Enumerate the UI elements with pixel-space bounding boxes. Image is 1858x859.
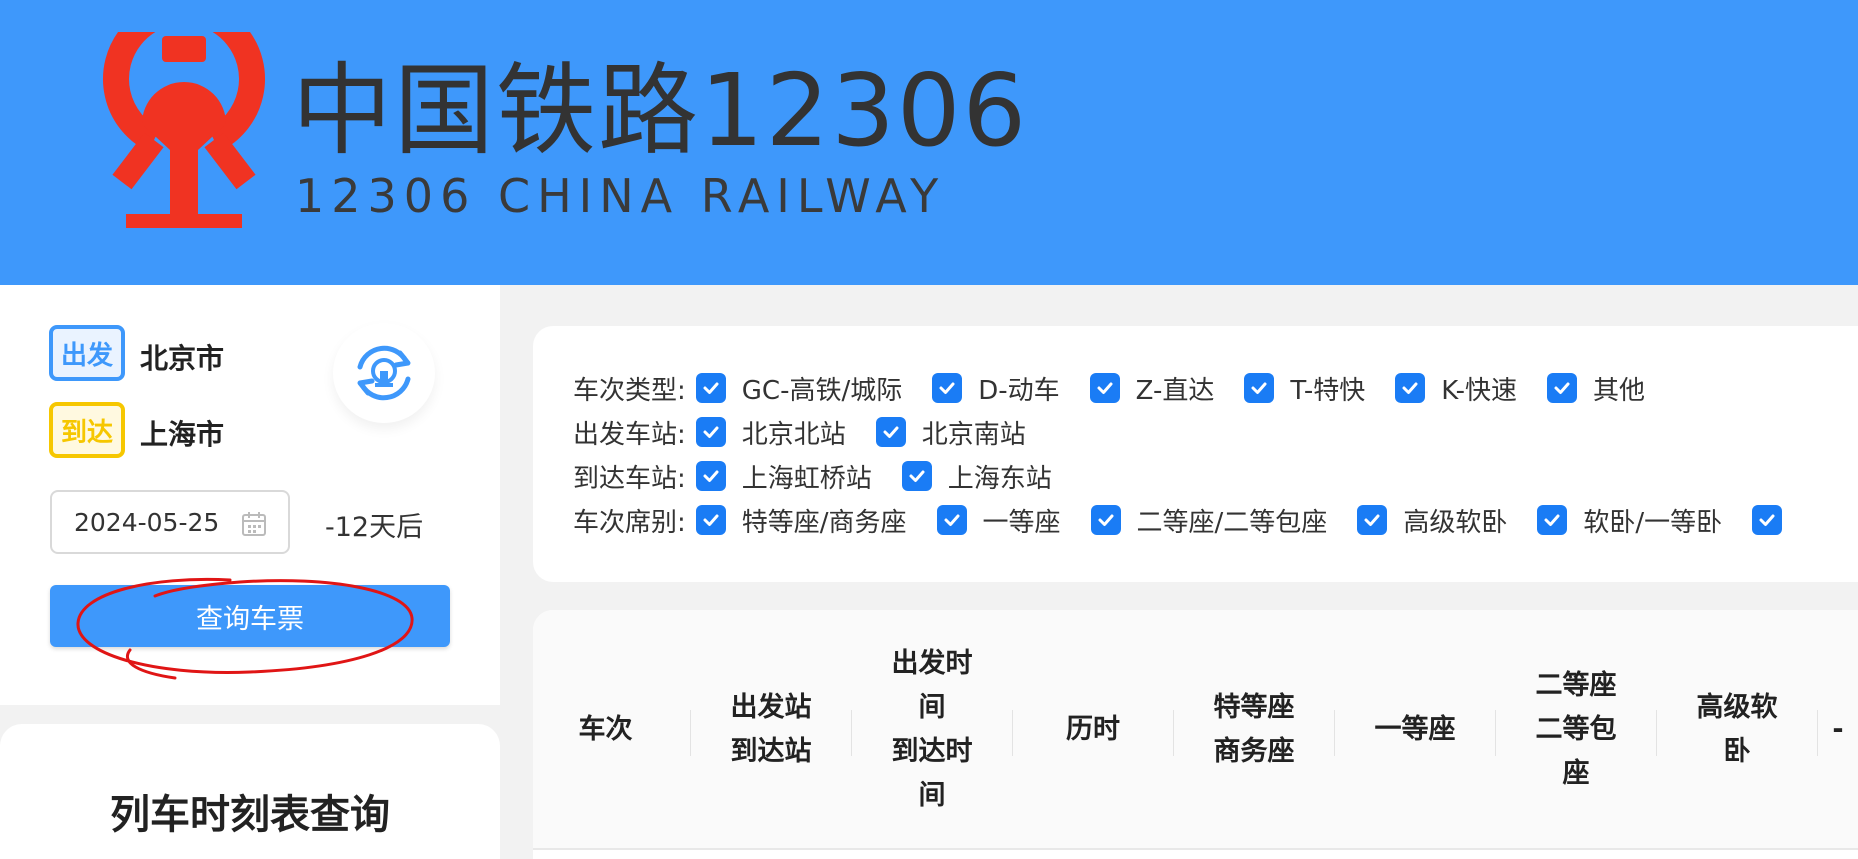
checkbox-checked-icon[interactable]: [1395, 373, 1426, 403]
filter-option[interactable]: T-特快: [1244, 370, 1365, 407]
arrival-badge: 到达: [49, 402, 125, 458]
checkbox-checked-icon[interactable]: [932, 373, 963, 403]
checkbox-checked-icon[interactable]: [1546, 373, 1577, 403]
filter-option[interactable]: 软卧/一等卧: [1537, 502, 1722, 539]
filter-row-departure-station: 出发车站: 北京北站 北京南站: [573, 412, 1056, 452]
checkbox-checked-icon[interactable]: [1090, 505, 1121, 535]
schedule-lookup-panel: 列车时刻表查询: [0, 724, 500, 859]
filter-option[interactable]: 上海虹桥站: [695, 458, 872, 495]
checkbox-checked-icon[interactable]: [1089, 373, 1120, 403]
schedule-title: 列车时刻表查询: [110, 792, 390, 838]
checkbox-checked-icon[interactable]: [695, 373, 726, 403]
filter-row-arrival-station: 到达车站: 上海虹桥站 上海东站: [573, 456, 1082, 496]
filter-row-seat-class: 车次席别: 特等座/商务座 一等座 二等座/二等包座 高级软卧 软卧/一等卧: [573, 500, 1828, 540]
filter-option[interactable]: 北京北站: [695, 414, 846, 451]
column-train-no[interactable]: 车次: [533, 610, 678, 850]
checkbox-checked-icon[interactable]: [875, 417, 906, 447]
checkbox-checked-icon[interactable]: [901, 461, 932, 491]
checkbox-checked-icon[interactable]: [1537, 505, 1568, 535]
logo-title: 中国铁路12306: [292, 52, 1029, 169]
calendar-icon: [242, 512, 266, 536]
checkbox-checked-icon[interactable]: [695, 505, 726, 535]
query-tickets-button[interactable]: 查询车票: [50, 585, 450, 647]
checkbox-checked-icon[interactable]: [1357, 505, 1388, 535]
filter-option[interactable]: 其他: [1546, 370, 1645, 407]
column-duration[interactable]: 历时: [1013, 610, 1173, 850]
departure-city[interactable]: 北京市: [140, 337, 224, 377]
swap-stations-icon: [357, 345, 411, 401]
column-deluxe-sleeper[interactable]: 高级软卧: [1657, 610, 1817, 850]
filter-option[interactable]: 高级软卧: [1357, 502, 1507, 539]
filter-option[interactable]: 特等座/商务座: [695, 502, 907, 539]
column-business-seat[interactable]: 特等座 商务座: [1174, 610, 1334, 850]
filter-option[interactable]: 二等座/二等包座: [1090, 502, 1327, 539]
table-header: 车次 出发站 到达站 出发时间到达时间 历时 特等座 商务座 一等座 二等座 二等包座…: [533, 610, 1858, 850]
filter-option[interactable]: D-动车: [932, 370, 1060, 407]
filter-label: 到达车站:: [573, 463, 686, 494]
filter-option[interactable]: K-快速: [1395, 370, 1517, 407]
filter-option[interactable]: 上海东站: [901, 458, 1052, 495]
checkbox-checked-icon[interactable]: [695, 461, 726, 491]
swap-stations-button[interactable]: [333, 323, 435, 423]
china-railway-emblem-icon: [103, 32, 265, 228]
checkbox-checked-icon[interactable]: [936, 505, 967, 535]
checkbox-checked-icon[interactable]: [695, 417, 726, 447]
search-panel: 出发 北京市 到达 上海市 2024-05-25 -12天后 查询车票: [0, 285, 500, 705]
date-offset-label: -12天后: [325, 512, 424, 543]
column-times[interactable]: 出发时间到达时间: [852, 610, 1012, 850]
filter-option[interactable]: Z-直达: [1089, 370, 1214, 407]
column-first-class[interactable]: 一等座: [1335, 610, 1495, 850]
column-stations[interactable]: 出发站 到达站: [691, 610, 851, 850]
site-header: 中国铁路12306 12306 CHINA RAILWAY: [0, 0, 1858, 285]
filter-label: 车次席别:: [573, 507, 686, 538]
filter-label: 车次类型:: [573, 375, 686, 406]
filter-row-train-type: 车次类型: GC-高铁/城际 D-动车 Z-直达 T-特快 K-快速 其他: [573, 368, 1675, 408]
date-picker[interactable]: 2024-05-25: [50, 490, 290, 554]
filter-label: 出发车站:: [573, 419, 686, 450]
results-table: 车次 出发站 到达站 出发时间到达时间 历时 特等座 商务座 一等座 二等座 二等包座…: [533, 610, 1858, 859]
column-partial[interactable]: -: [1818, 610, 1858, 850]
checkbox-checked-icon[interactable]: [1244, 373, 1275, 403]
filter-option[interactable]: 北京南站: [875, 414, 1026, 451]
filter-option[interactable]: 一等座: [936, 502, 1061, 539]
departure-badge: 出发: [49, 325, 125, 381]
filter-panel: 车次类型: GC-高铁/城际 D-动车 Z-直达 T-特快 K-快速 其他 出发…: [533, 326, 1858, 582]
filter-option[interactable]: GC-高铁/城际: [695, 370, 902, 407]
filter-option[interactable]: [1752, 505, 1798, 535]
logo-subtitle: 12306 CHINA RAILWAY: [295, 169, 946, 223]
column-second-class[interactable]: 二等座 二等包座: [1496, 610, 1656, 850]
date-value: 2024-05-25: [74, 508, 220, 537]
arrival-city[interactable]: 上海市: [140, 413, 224, 453]
checkbox-checked-icon[interactable]: [1752, 505, 1783, 535]
